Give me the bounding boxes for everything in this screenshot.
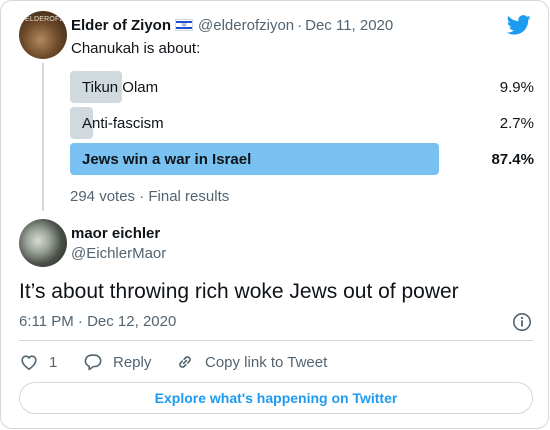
- quoted-author-handle[interactable]: @elderofziyon: [198, 17, 294, 34]
- avatar-text: ELDEROFZ: [25, 16, 64, 23]
- reply-tweet-text: It’s about throwing rich woke Jews out o…: [19, 280, 459, 303]
- reply-author-avatar[interactable]: [19, 219, 67, 267]
- poll-option-label: Jews win a war in Israel: [82, 151, 252, 168]
- explore-twitter-button[interactable]: Explore what's happening on Twitter: [19, 382, 533, 414]
- poll-option: Tikun Olam 9.9%: [70, 71, 534, 103]
- poll-option-percent: 2.7%: [499, 115, 534, 132]
- poll-option-percent: 87.4%: [491, 151, 534, 168]
- poll-option-label: Tikun Olam: [82, 79, 159, 96]
- quoted-author-name[interactable]: Elder of Ziyon: [71, 17, 171, 34]
- copy-link-label: Copy link to Tweet: [205, 353, 328, 371]
- poll-option: Anti-fascism 2.7%: [70, 107, 534, 139]
- israel-flag-icon: ✡: [175, 19, 194, 31]
- divider: [19, 340, 533, 341]
- reply-author-name[interactable]: maor eichler: [71, 225, 160, 242]
- like-count: 1: [49, 353, 58, 371]
- reply-bubble-icon: [84, 354, 102, 371]
- info-icon[interactable]: [512, 312, 532, 332]
- poll-results-meta: 294 votes · Final results: [70, 188, 230, 205]
- quoted-author-avatar[interactable]: ELDEROFZ: [19, 11, 67, 59]
- reply-author-handle[interactable]: @EichlerMaor: [71, 245, 166, 262]
- quoted-tweet-header: Elder of Ziyon ✡ @elderofziyon · Dec 11, 202…: [71, 17, 393, 34]
- quoted-tweet-date[interactable]: Dec 11, 2020: [305, 17, 393, 34]
- heart-icon: [21, 355, 37, 370]
- quoted-tweet-text: Chanukah is about:: [71, 40, 201, 57]
- embedded-tweet-card: ELDEROFZ Elder of Ziyon ✡ @elderofziyon · De…: [0, 0, 549, 429]
- copy-link-button[interactable]: Copy link to Tweet: [175, 352, 327, 372]
- reply-timestamp[interactable]: 6:11 PM · Dec 12, 2020: [19, 313, 176, 330]
- reply-label: Reply: [113, 353, 152, 371]
- reply-button[interactable]: Reply: [83, 352, 151, 372]
- thread-connector-line: [42, 63, 44, 211]
- poll: Tikun Olam 9.9% Anti-fascism 2.7% Jews w…: [70, 71, 534, 179]
- poll-option-winner: Jews win a war in Israel 87.4%: [70, 143, 534, 175]
- link-icon: [179, 356, 191, 368]
- separator-dot: ·: [297, 17, 303, 34]
- like-button[interactable]: 1: [19, 352, 57, 372]
- twitter-bird-icon[interactable]: [507, 15, 531, 35]
- poll-option-label: Anti-fascism: [82, 115, 164, 132]
- poll-option-percent: 9.9%: [499, 79, 534, 96]
